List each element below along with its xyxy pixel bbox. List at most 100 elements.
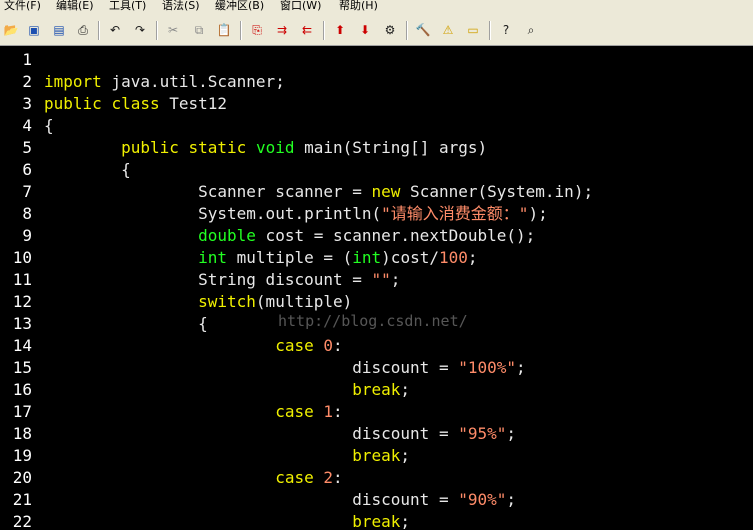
print-icon[interactable]: ⎙ — [74, 21, 92, 39]
shell-icon[interactable]: ⚠ — [439, 21, 457, 39]
code-token: static — [188, 138, 247, 157]
load-session-icon[interactable]: ⬆ — [331, 21, 349, 39]
menu-file[interactable]: 文件(F) — [4, 0, 41, 13]
line-number: 13 — [12, 314, 32, 333]
help-icon[interactable]: ? — [497, 21, 515, 39]
line-number: 14 — [12, 336, 32, 355]
make-icon[interactable]: 🔨 — [414, 21, 432, 39]
find-next-icon[interactable]: ⇉ — [273, 21, 291, 39]
code-token: "" — [371, 270, 391, 289]
line-number: 2 — [22, 72, 32, 91]
toolbar-separator — [98, 21, 100, 40]
code-token: discount = — [44, 424, 459, 443]
code-token: 1 — [323, 402, 333, 421]
paste-icon[interactable]: 📋 — [215, 21, 233, 39]
line-number: 15 — [12, 358, 32, 377]
toolbar: 📂 ▣ ▤ ⎙ ↶ ↷ ✂ ⧉ 📋 ⎘ ⇉ ⇇ ⬆ ⬇ ⚙ 🔨 ⚠ ▭ ? ⌕ — [0, 13, 753, 46]
cut-icon[interactable]: ✂ — [164, 21, 182, 39]
menu-buffers[interactable]: 缓冲区(B) — [215, 0, 264, 13]
run-script-icon[interactable]: ⚙ — [381, 21, 399, 39]
code-token: java.util.Scanner; — [101, 72, 285, 91]
code-token: : — [333, 402, 343, 421]
code-token: 2 — [323, 468, 333, 487]
code-line: { — [44, 159, 131, 181]
code-token: ; — [390, 270, 401, 289]
menu-window[interactable]: 窗口(W) — [280, 0, 321, 13]
menu-tools[interactable]: 工具(T) — [109, 0, 146, 13]
code-token: System.out.println( — [44, 204, 382, 223]
menu-bar: 文件(F) 编辑(E) 工具(T) 语法(S) 缓冲区(B) 窗口(W) 帮助(… — [0, 0, 753, 13]
code-token: Scanner(System.in); — [400, 182, 594, 201]
code-token: cost = scanner.nextDouble(); — [255, 226, 536, 245]
code-token: : — [333, 468, 343, 487]
code-token: int — [352, 248, 382, 267]
code-token: double — [198, 226, 256, 245]
code-token: new — [371, 182, 401, 201]
code-line: case 1: — [44, 401, 343, 423]
code-line: break; — [44, 445, 410, 467]
save-session-icon[interactable]: ⬇ — [356, 21, 374, 39]
undo-icon[interactable]: ↶ — [106, 21, 124, 39]
menu-help[interactable]: 帮助(H) — [339, 0, 378, 13]
code-line: import java.util.Scanner; — [44, 71, 285, 93]
line-number: 1 — [22, 50, 32, 69]
code-line: double cost = scanner.nextDouble(); — [44, 225, 535, 247]
line-number: 21 — [12, 490, 32, 509]
code-token: { — [44, 160, 131, 179]
save-all-icon[interactable]: ▤ — [50, 21, 68, 39]
line-number: 12 — [12, 292, 32, 311]
menu-edit[interactable]: 编辑(E) — [56, 0, 94, 13]
editor-area[interactable]: 1 2 3 4 5 6 7 8 9 10 11 12 13 14 15 16 17 18 19 20 21 22 impo… — [0, 46, 753, 530]
find-help-icon[interactable]: ⌕ — [522, 21, 540, 39]
ctags-icon[interactable]: ▭ — [464, 21, 482, 39]
line-number: 5 — [22, 138, 32, 157]
code-token: case — [275, 336, 314, 355]
code-line: break; — [44, 379, 410, 401]
toolbar-separator — [489, 21, 491, 40]
code-token: case — [275, 468, 314, 487]
find-previous-icon[interactable]: ⇇ — [298, 21, 316, 39]
code-token: case — [275, 402, 314, 421]
save-icon[interactable]: ▣ — [25, 21, 43, 39]
code-token: discount = — [44, 358, 459, 377]
line-number: 22 — [12, 512, 32, 530]
code-line: discount = "100%"; — [44, 357, 526, 379]
code-token: "95%" — [458, 424, 507, 443]
find-replace-icon[interactable]: ⎘ — [248, 21, 266, 39]
code-token: ; — [400, 446, 411, 465]
redo-icon[interactable]: ↷ — [131, 21, 149, 39]
copy-icon[interactable]: ⧉ — [190, 21, 208, 39]
line-number: 20 — [12, 468, 32, 487]
toolbar-separator — [406, 21, 408, 40]
code-token: multiple = ( — [227, 248, 353, 267]
code-token: break — [352, 380, 401, 399]
code-token: : — [333, 336, 343, 355]
code-token: public — [44, 94, 102, 113]
code-line: case 2: — [44, 467, 343, 489]
code-line: case 0: — [44, 335, 343, 357]
code-token: switch — [198, 292, 256, 311]
code-token: (multiple) — [255, 292, 353, 311]
code-token: ); — [528, 204, 548, 223]
code-line: System.out.println("请输入消费金额："); — [44, 203, 548, 225]
line-number: 10 — [12, 248, 32, 267]
menu-syntax[interactable]: 语法(S) — [162, 0, 200, 13]
code-token: String discount = — [44, 270, 372, 289]
code-token: ; — [467, 248, 478, 267]
open-icon[interactable]: 📂 — [2, 21, 20, 39]
code-line: switch(multiple) — [44, 291, 352, 313]
code-line: discount = "90%"; — [44, 489, 516, 511]
code-token: main(String[] args) — [294, 138, 488, 157]
code-token: ; — [516, 358, 526, 377]
line-number: 3 — [22, 94, 32, 113]
